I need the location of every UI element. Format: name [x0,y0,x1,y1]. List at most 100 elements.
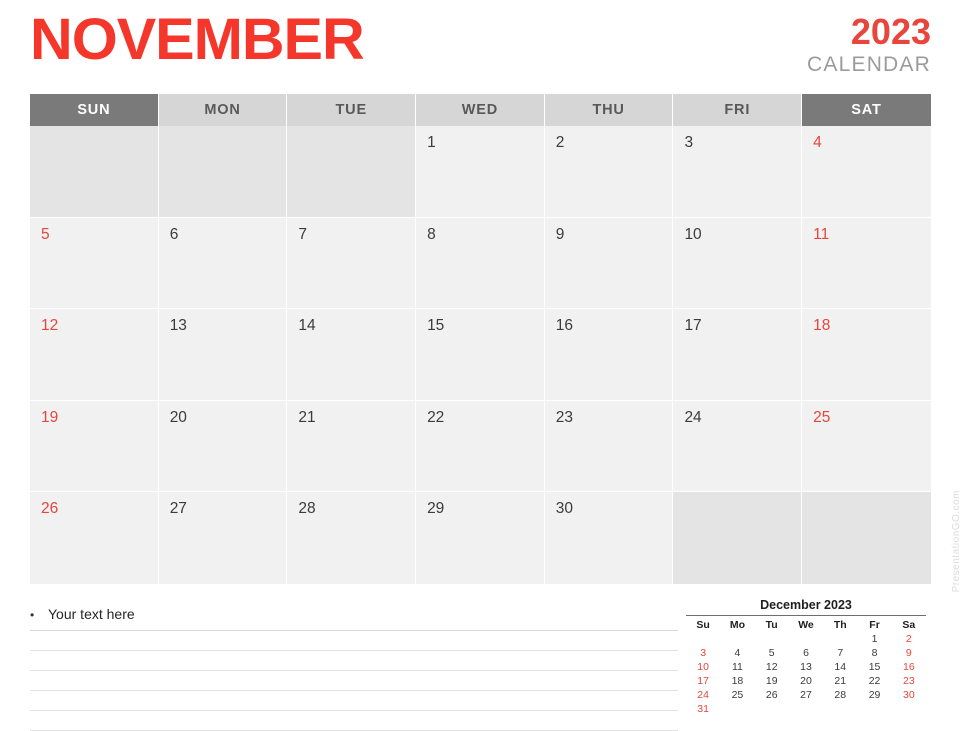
mini-day-23[interactable]: 23 [892,674,926,688]
day-cell-17[interactable]: 17 [673,309,803,401]
mini-day-empty [720,632,754,646]
mini-day-7[interactable]: 7 [823,646,857,660]
notes-line[interactable] [30,711,678,731]
day-cell-30[interactable]: 30 [544,492,674,584]
day-cell-2[interactable]: 2 [544,126,674,218]
day-cell-28[interactable]: 28 [287,492,417,584]
day-cell-26[interactable]: 26 [30,492,159,584]
day-cell-7[interactable]: 7 [287,217,417,310]
mini-day-empty [823,632,857,646]
day-cell-21[interactable]: 21 [287,400,417,493]
mini-day-14[interactable]: 14 [823,660,857,674]
calendar-header: NOVEMBER 2023 CALENDAR [0,0,960,94]
day-cell-18[interactable]: 18 [802,309,931,401]
day-cell-20[interactable]: 20 [158,400,288,493]
mini-week-row: 31 [686,702,926,716]
mini-day-15[interactable]: 15 [857,660,891,674]
day-cell-12[interactable]: 12 [30,309,159,401]
mini-day-12[interactable]: 12 [755,660,789,674]
day-cell-19[interactable]: 19 [30,400,159,493]
notes-line[interactable] [30,631,678,651]
mini-day-26[interactable]: 26 [755,688,789,702]
mini-day-20[interactable]: 20 [789,674,823,688]
mini-day-13[interactable]: 13 [789,660,823,674]
mini-day-18[interactable]: 18 [720,674,754,688]
mini-day-9[interactable]: 9 [892,646,926,660]
mini-day-8[interactable]: 8 [857,646,891,660]
mini-day-2[interactable]: 2 [892,632,926,646]
mini-day-11[interactable]: 11 [720,660,754,674]
week-row: 5 6 7 8 9 10 11 [30,217,931,310]
mini-day-empty [789,702,823,716]
mini-weekday-fr: Fr [869,619,880,631]
day-cell-29[interactable]: 29 [416,492,545,584]
mini-day-4[interactable]: 4 [720,646,754,660]
mini-day-empty [720,702,754,716]
day-cell-6[interactable]: 6 [158,217,288,310]
day-cell-3[interactable]: 3 [673,126,803,218]
year-block: 2023 CALENDAR [807,14,931,76]
mini-day-28[interactable]: 28 [823,688,857,702]
day-cell-1[interactable]: 1 [416,126,545,218]
mini-day-31[interactable]: 31 [686,702,720,716]
notes-area[interactable]: • Your text here [30,606,678,731]
notes-line[interactable] [30,651,678,671]
day-cell-8[interactable]: 8 [416,217,545,310]
day-cell-24[interactable]: 24 [673,400,803,493]
weekday-header-row: SUN MON TUE WED THU FRI SAT [30,94,931,126]
page-title: NOVEMBER [30,7,365,72]
week-row: 19 20 21 22 23 24 25 [30,400,931,493]
notes-line[interactable] [30,691,678,711]
day-cell-9[interactable]: 9 [544,217,674,310]
mini-day-30[interactable]: 30 [892,688,926,702]
mini-weekday-sa: Sa [902,619,916,631]
mini-day-29[interactable]: 29 [857,688,891,702]
mini-day-empty [823,702,857,716]
mini-day-empty [857,702,891,716]
mini-day-empty [789,632,823,646]
day-cell-13[interactable]: 13 [158,309,288,401]
mini-day-6[interactable]: 6 [789,646,823,660]
weekday-header-sun: SUN [30,94,159,126]
mini-weekday-su: Su [696,619,710,631]
day-cell-25[interactable]: 25 [802,400,931,493]
notes-first-line[interactable]: • Your text here [30,606,678,631]
week-row: 26 27 28 29 30 [30,492,931,584]
mini-day-empty [686,632,720,646]
week-row: 1234 [30,126,931,218]
day-cell-10[interactable]: 10 [673,217,803,310]
notes-ruled-lines [30,631,678,731]
day-cell-23[interactable]: 23 [544,400,674,493]
day-cell-empty [30,126,159,218]
weekday-header-fri: FRI [673,94,803,126]
week-row: 12 13 14 15 16 17 18 [30,309,931,401]
day-cell-22[interactable]: 22 [416,400,545,493]
day-cell-4[interactable]: 4 [802,126,931,218]
calendar-word: CALENDAR [807,53,931,76]
mini-day-24[interactable]: 24 [686,688,720,702]
mini-week-row: 12 [686,632,926,646]
day-cell-16[interactable]: 16 [544,309,674,401]
day-cell-5[interactable]: 5 [30,217,159,310]
mini-day-5[interactable]: 5 [755,646,789,660]
mini-day-27[interactable]: 27 [789,688,823,702]
day-cell-27[interactable]: 27 [158,492,288,584]
notes-line[interactable] [30,671,678,691]
day-cell-15[interactable]: 15 [416,309,545,401]
mini-day-25[interactable]: 25 [720,688,754,702]
day-cell-11[interactable]: 11 [802,217,931,310]
day-cell-14[interactable]: 14 [287,309,417,401]
mini-week-row: 3456789 [686,646,926,660]
mini-day-21[interactable]: 21 [823,674,857,688]
day-cell-empty [673,492,803,584]
mini-day-19[interactable]: 19 [755,674,789,688]
mini-day-16[interactable]: 16 [892,660,926,674]
mini-day-1[interactable]: 1 [857,632,891,646]
mini-day-22[interactable]: 22 [857,674,891,688]
notes-text[interactable]: Your text here [48,606,135,622]
mini-week-row: 10 11 12 13 14 15 16 [686,660,926,674]
mini-week-row: 24 25 26 27 28 29 30 [686,688,926,702]
mini-day-17[interactable]: 17 [686,674,720,688]
mini-day-10[interactable]: 10 [686,660,720,674]
mini-day-3[interactable]: 3 [686,646,720,660]
